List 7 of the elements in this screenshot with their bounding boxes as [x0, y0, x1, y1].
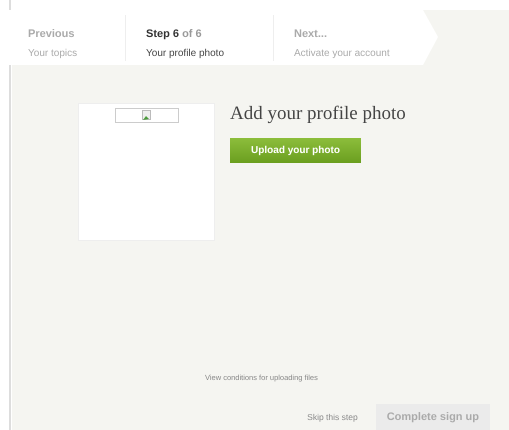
- skip-link[interactable]: Skip this step: [307, 410, 358, 424]
- upload-button[interactable]: Upload your photo: [230, 138, 361, 163]
- broken-image-icon: [114, 108, 178, 123]
- step-tab[interactable]: Previous Your topics: [8, 15, 126, 61]
- step-tab[interactable]: Next... Activate your account: [274, 15, 424, 61]
- step-tab[interactable]: Step 6 of 6 Your profile photo: [126, 15, 274, 61]
- page-heading: Add your profile photo: [230, 103, 406, 126]
